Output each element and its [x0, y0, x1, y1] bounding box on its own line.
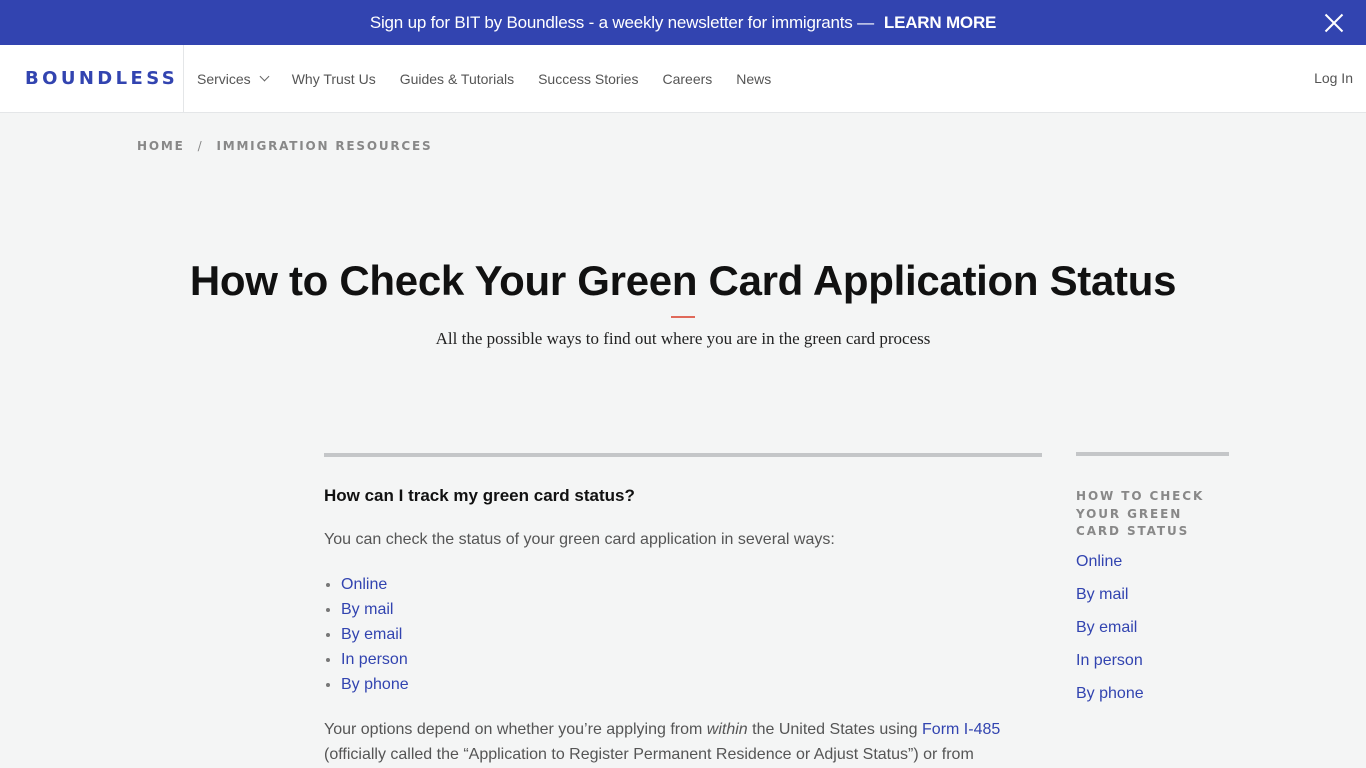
toc-item-by-mail[interactable]: By mail: [1076, 578, 1229, 611]
close-icon[interactable]: [1324, 13, 1344, 33]
list-item: In person: [324, 647, 1042, 672]
options-text: Your options depend on whether you’re ap…: [324, 721, 707, 738]
way-link-by-email[interactable]: By email: [341, 626, 402, 643]
login-link[interactable]: Log In: [1314, 70, 1353, 86]
way-link-by-phone[interactable]: By phone: [341, 676, 409, 693]
list-item: By mail: [324, 597, 1042, 622]
toc-item-in-person[interactable]: In person: [1076, 644, 1229, 677]
intro-paragraph: You can check the status of your green c…: [324, 531, 835, 548]
nav-item-success-stories[interactable]: Success Stories: [538, 71, 638, 87]
toc-list: Online By mail By email In person By pho…: [1076, 545, 1229, 710]
list-item: By email: [324, 622, 1042, 647]
ways-list: Online By mail By email In person By pho…: [324, 572, 1042, 697]
way-link-by-mail[interactable]: By mail: [341, 601, 393, 618]
breadcrumb-home[interactable]: HOME: [137, 139, 185, 153]
toc-item-online[interactable]: Online: [1076, 545, 1229, 578]
form-i485-link[interactable]: Form I-485: [922, 721, 1000, 738]
learn-more-link[interactable]: LEARN MORE: [884, 13, 996, 33]
options-text: the United States using: [747, 721, 923, 738]
options-emphasis: within: [706, 721, 748, 738]
site-header: BOUNDLESS Services Why Trust Us Guides &…: [0, 44, 1366, 113]
chevron-down-icon: [259, 71, 270, 81]
nav-item-services[interactable]: Services: [197, 70, 270, 87]
breadcrumb-separator: /: [197, 139, 204, 153]
nav-item-news[interactable]: News: [736, 71, 771, 87]
breadcrumb: HOME / IMMIGRATION RESOURCES: [137, 139, 432, 153]
options-paragraph: Your options depend on whether you’re ap…: [324, 717, 1042, 767]
way-link-in-person[interactable]: In person: [341, 651, 408, 668]
list-item: By phone: [324, 672, 1042, 697]
article-body: How can I track my green card status? Yo…: [324, 453, 1042, 767]
promo-banner: Sign up for BIT by Boundless - a weekly …: [0, 0, 1366, 45]
section-heading: How can I track my green card status?: [324, 486, 635, 505]
title-divider: [671, 316, 695, 318]
nav-item-guides-tutorials[interactable]: Guides & Tutorials: [400, 71, 514, 87]
toc-heading: HOW TO CHECK YOUR GREEN CARD STATUS: [1076, 489, 1205, 538]
toc-item-by-phone[interactable]: By phone: [1076, 677, 1229, 710]
way-link-online[interactable]: Online: [341, 576, 387, 593]
breadcrumb-immigration-resources[interactable]: IMMIGRATION RESOURCES: [216, 139, 432, 153]
main-nav: Services Why Trust Us Guides & Tutorials…: [184, 45, 795, 113]
list-item: Online: [324, 572, 1042, 597]
logo[interactable]: BOUNDLESS: [0, 44, 184, 113]
nav-item-careers[interactable]: Careers: [662, 71, 712, 87]
page-title: How to Check Your Green Card Application…: [189, 257, 1177, 304]
page-subtitle: All the possible ways to find out where …: [435, 329, 931, 348]
toc-item-by-email[interactable]: By email: [1076, 611, 1229, 644]
table-of-contents: HOW TO CHECK YOUR GREEN CARD STATUS Onli…: [1076, 452, 1229, 710]
nav-item-why-trust-us[interactable]: Why Trust Us: [292, 71, 376, 87]
options-text: (officially called the “Application to R…: [324, 746, 974, 763]
promo-text: Sign up for BIT by Boundless - a weekly …: [369, 12, 874, 32]
nav-item-label: Services: [197, 70, 251, 87]
